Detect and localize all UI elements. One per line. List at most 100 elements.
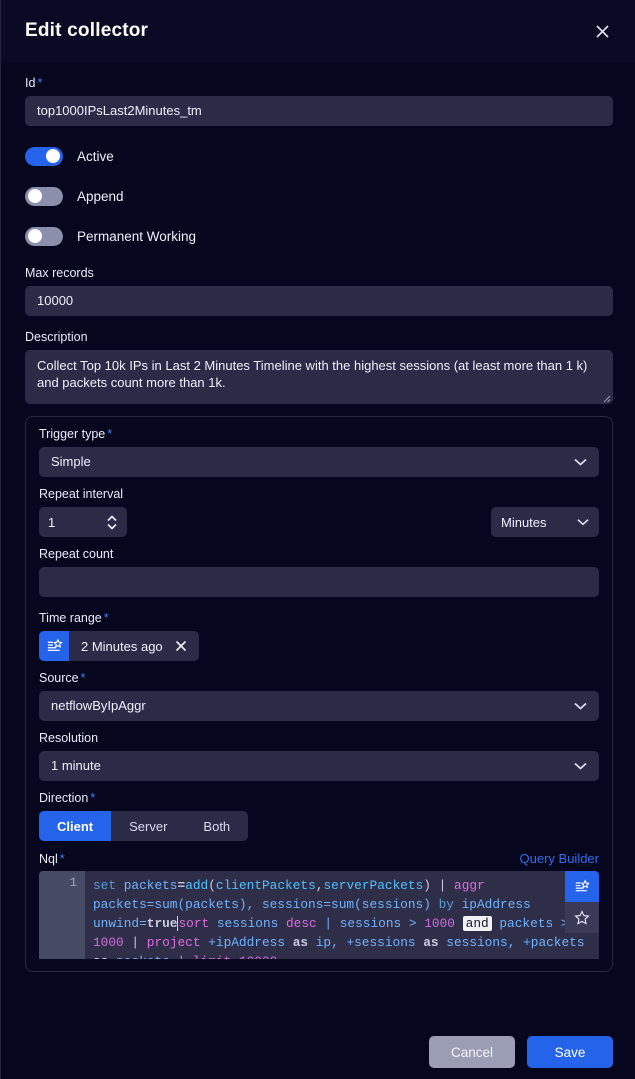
close-icon[interactable]: [587, 16, 617, 46]
trigger-panel: Trigger type* Simple Repeat interval 1: [25, 416, 613, 972]
append-toggle-label: Append: [77, 188, 124, 204]
nql-code-editor[interactable]: 1 set packets=add(clientPackets,serverPa…: [39, 871, 599, 959]
trigger-type-value: Simple: [51, 454, 91, 469]
nql-token: |: [430, 878, 455, 893]
description-label: Description: [25, 330, 88, 344]
dialog-footer: Cancel Save: [1, 1025, 635, 1079]
resolution-value: 1 minute: [51, 758, 101, 773]
editor-line-numbers: 1: [39, 871, 85, 959]
active-toggle-label: Active: [77, 148, 114, 164]
source-value: netflowByIpAggr: [51, 698, 146, 713]
description-wrapper: [25, 350, 613, 404]
edit-collector-dialog: Edit collector Id* Active Append Permane…: [0, 0, 635, 1079]
id-label: Id *: [25, 76, 613, 90]
nql-autocomplete-token[interactable]: and: [462, 916, 492, 931]
nql-token: sort: [178, 916, 210, 931]
nql-token: 1000: [424, 916, 455, 931]
repeat-interval-value: 1: [48, 514, 56, 530]
time-range-chip[interactable]: 2 Minutes ago: [39, 631, 199, 661]
save-button[interactable]: Save: [527, 1036, 613, 1068]
toggle-knob: [28, 229, 42, 243]
time-range-chip-text: 2 Minutes ago: [81, 638, 163, 654]
toggle-row-append[interactable]: Append: [25, 176, 613, 216]
toggle-row-active[interactable]: Active: [25, 136, 613, 176]
repeat-interval-label: Repeat interval: [39, 487, 124, 501]
trigger-type-required-asterisk: *: [107, 427, 113, 441]
nql-token: +ipAddress: [200, 935, 293, 950]
saved-queries-icon[interactable]: [565, 871, 599, 902]
max-records-input[interactable]: [25, 286, 613, 316]
direction-option-client[interactable]: Client: [39, 811, 112, 841]
source-select[interactable]: netflowByIpAggr: [39, 691, 599, 721]
nql-token: | sessions >: [316, 916, 425, 931]
permanent-working-toggle[interactable]: [25, 226, 63, 246]
nql-token: add: [185, 878, 209, 893]
nql-token: ): [423, 878, 431, 893]
nql-header: Nql * Query Builder: [39, 851, 599, 866]
toggle-row-permanent-working[interactable]: Permanent Working: [25, 216, 613, 256]
trigger-type-label: Trigger type *: [39, 427, 599, 441]
time-range-remove-icon[interactable]: [175, 640, 199, 652]
max-records-label: Max records: [25, 266, 94, 280]
nql-token: as: [423, 935, 439, 950]
permanent-working-toggle-label: Permanent Working: [77, 228, 197, 244]
nql-token: packets: [123, 878, 178, 893]
query-builder-link[interactable]: Query Builder: [520, 851, 599, 866]
nql-token: as: [292, 935, 309, 950]
dialog-title: Edit collector: [25, 20, 149, 41]
nql-token: ip, +sessions: [308, 935, 424, 950]
nql-token: sessions: [209, 916, 286, 931]
description-textarea[interactable]: [25, 350, 613, 404]
repeat-interval-stepper[interactable]: 1: [39, 507, 127, 537]
nql-token: 10000: [231, 954, 277, 959]
repeat-interval-unit-select[interactable]: Minutes: [491, 507, 599, 537]
id-label-text: Id: [25, 76, 36, 90]
chevron-down-icon: [577, 518, 589, 526]
cancel-button[interactable]: Cancel: [429, 1036, 515, 1068]
nql-token: true: [146, 916, 178, 931]
direction-label-text: Direction: [39, 791, 89, 805]
nql-token: project: [146, 935, 201, 950]
direction-segmented-control: Client Server Both: [39, 811, 249, 841]
nql-label: Nql *: [39, 852, 65, 866]
nql-token: by: [438, 897, 454, 912]
direction-option-server[interactable]: Server: [111, 811, 185, 841]
repeat-count-input[interactable]: [39, 567, 599, 597]
repeat-interval-unit-value: Minutes: [501, 514, 547, 530]
time-range-required-asterisk: *: [103, 611, 109, 625]
star-icon[interactable]: [565, 902, 599, 933]
nql-token: limit: [193, 954, 231, 959]
nql-token: clientPackets: [215, 878, 316, 893]
time-range-label-text: Time range: [39, 611, 102, 625]
nql-token: as: [93, 954, 108, 959]
resolution-select[interactable]: 1 minute: [39, 751, 599, 781]
repeat-count-label: Repeat count: [39, 547, 114, 561]
nql-token: set: [93, 878, 117, 893]
nql-code-content[interactable]: set packets=add(clientPackets,serverPack…: [85, 871, 599, 959]
direction-option-both[interactable]: Both: [185, 811, 248, 841]
append-toggle[interactable]: [25, 186, 63, 206]
nql-label-text: Nql: [39, 852, 58, 866]
nql-token: [116, 878, 124, 893]
nql-token: 1000: [93, 935, 124, 950]
nql-token: sessions, +packets: [438, 935, 593, 950]
chevron-down-icon: [574, 702, 587, 710]
source-required-asterisk: *: [80, 671, 86, 685]
toggle-knob: [46, 149, 60, 163]
id-input[interactable]: [25, 96, 613, 126]
nql-token: desc: [286, 916, 317, 931]
active-toggle[interactable]: [25, 146, 63, 166]
stepper-arrows-icon[interactable]: [106, 514, 118, 531]
repeat-interval-row: 1 Minutes: [39, 507, 599, 537]
nql-token: packets >: [491, 916, 577, 931]
nql-required-asterisk: *: [59, 852, 65, 866]
resolution-label: Resolution: [39, 731, 99, 745]
toggle-knob: [28, 189, 42, 203]
source-label: Source *: [39, 671, 599, 685]
dialog-body: Id* Active Append Permanent Working Max …: [1, 62, 635, 1025]
direction-required-asterisk: *: [90, 791, 96, 805]
dialog-header: Edit collector: [1, 0, 635, 62]
nql-token: |: [123, 935, 147, 950]
source-label-text: Source: [39, 671, 79, 685]
trigger-type-select[interactable]: Simple: [39, 447, 599, 477]
